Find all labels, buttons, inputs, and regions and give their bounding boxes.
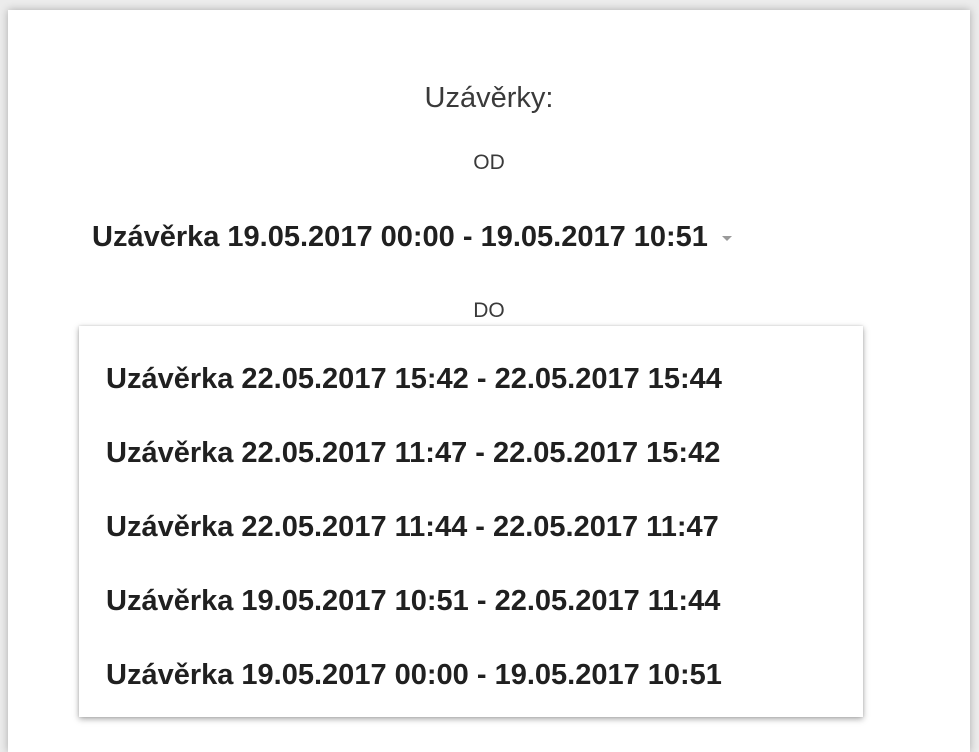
dropdown-option[interactable]: Uzávěrka 19.05.2017 00:00 - 19.05.2017 1…	[79, 638, 863, 712]
chevron-down-icon[interactable]	[721, 236, 732, 241]
from-select[interactable]: Uzávěrka 19.05.2017 00:00 - 19.05.2017 1…	[92, 215, 862, 259]
closures-card: Uzávěrky: OD Uzávěrka 19.05.2017 00:00 -…	[8, 10, 970, 752]
to-dropdown-menu: Uzávěrka 22.05.2017 15:42 - 22.05.2017 1…	[79, 326, 863, 717]
from-label: OD	[473, 151, 505, 174]
to-label: DO	[473, 299, 505, 322]
page-title: Uzávěrky:	[424, 82, 554, 114]
dropdown-option[interactable]: Uzávěrka 22.05.2017 11:44 - 22.05.2017 1…	[79, 490, 863, 564]
dropdown-option[interactable]: Uzávěrka 22.05.2017 15:42 - 22.05.2017 1…	[79, 342, 863, 416]
dropdown-option[interactable]: Uzávěrka 22.05.2017 11:47 - 22.05.2017 1…	[79, 416, 863, 490]
dropdown-option[interactable]: Uzávěrka 19.05.2017 10:51 - 22.05.2017 1…	[79, 564, 863, 638]
from-select-value: Uzávěrka 19.05.2017 00:00 - 19.05.2017 1…	[92, 221, 708, 253]
